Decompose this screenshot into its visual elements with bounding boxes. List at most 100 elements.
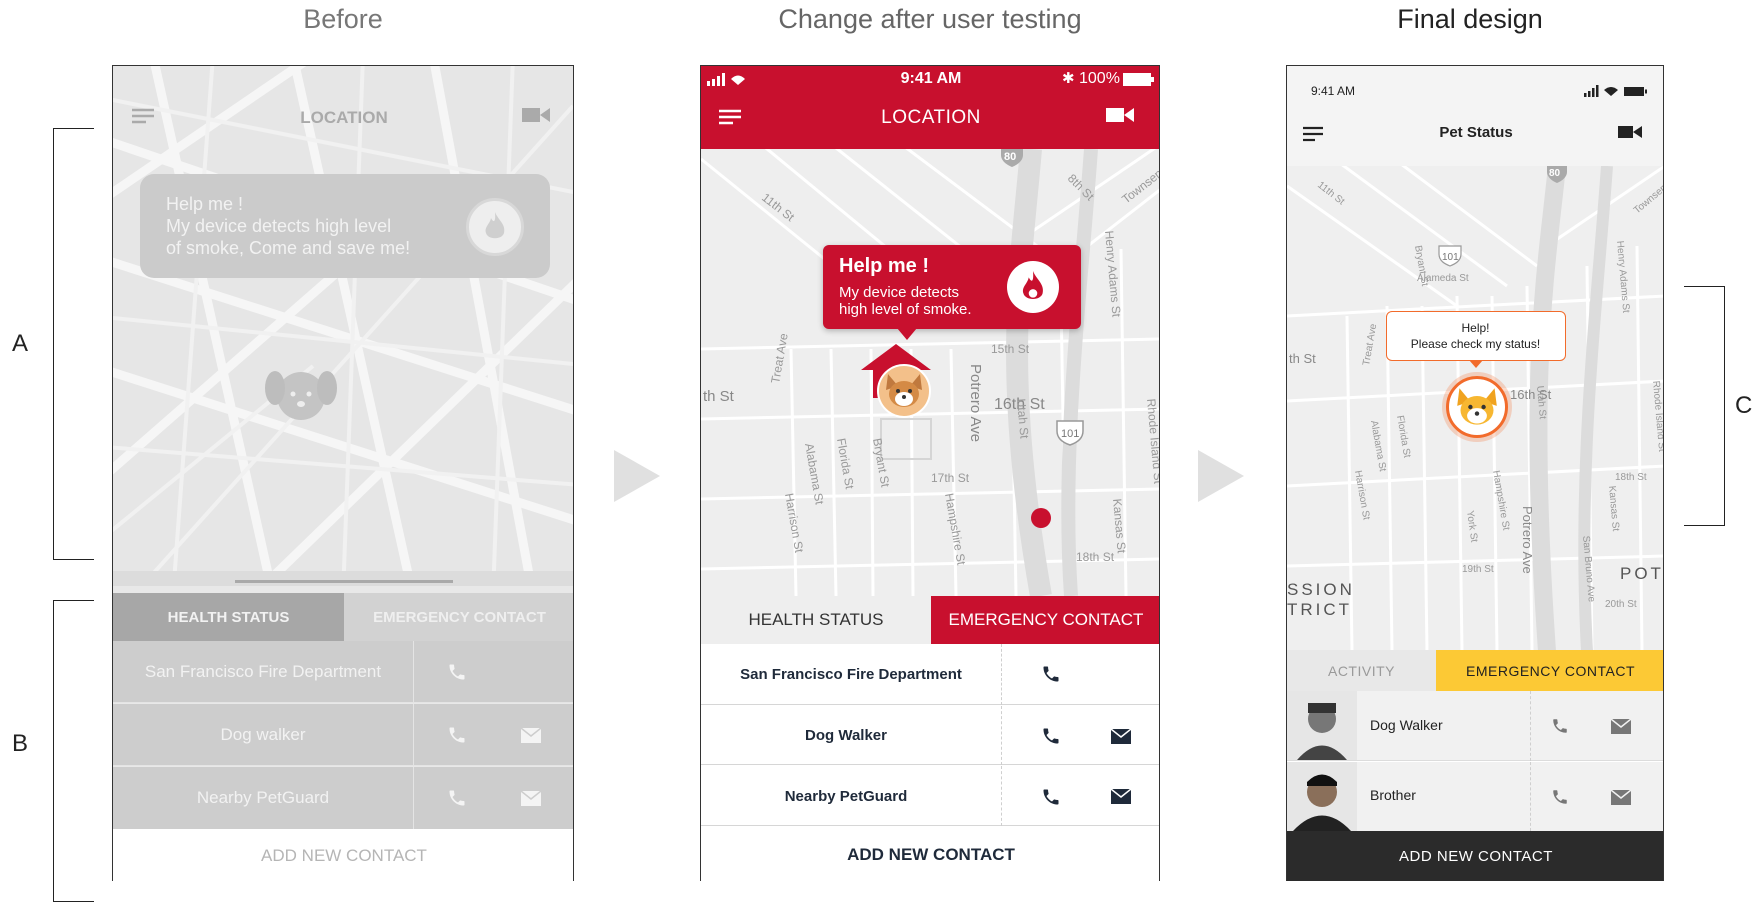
phone-icon[interactable] bbox=[445, 660, 469, 684]
mail-icon[interactable] bbox=[1109, 786, 1133, 806]
mail-icon[interactable] bbox=[519, 787, 543, 809]
row-divider bbox=[1530, 762, 1531, 831]
pet-avatar-icon[interactable] bbox=[1446, 376, 1508, 438]
bracket-b bbox=[53, 600, 94, 902]
avatar bbox=[1287, 762, 1357, 831]
row-divider bbox=[1001, 766, 1002, 826]
header-title: LOCATION bbox=[881, 107, 981, 128]
street-label: 20th St bbox=[1605, 599, 1637, 610]
contact-row[interactable]: Dog Walker bbox=[701, 706, 1159, 765]
row-divider bbox=[413, 767, 414, 829]
highway-shield: 80 bbox=[1004, 151, 1016, 163]
row-divider bbox=[1530, 691, 1531, 761]
video-camera-icon[interactable] bbox=[521, 104, 551, 126]
phone-icon[interactable] bbox=[1039, 662, 1063, 686]
drag-handle[interactable] bbox=[235, 580, 453, 583]
pet-avatar-icon[interactable] bbox=[877, 364, 931, 418]
next-arrow-icon bbox=[614, 450, 660, 502]
video-camera-icon[interactable] bbox=[1105, 104, 1135, 126]
dog-marker-icon[interactable] bbox=[263, 361, 339, 425]
final-screen: 9:41 AM Pet Status Alameda St 16th St 18… bbox=[1286, 65, 1664, 881]
before-screen: LOCATION Help me ! My device detects hig… bbox=[112, 65, 574, 881]
battery-icon bbox=[1123, 72, 1155, 86]
alert-card[interactable]: Help me ! My device detects high level o… bbox=[823, 245, 1081, 329]
tab-health-status[interactable]: HEALTH STATUS bbox=[701, 596, 931, 644]
alert-line-2: high level of smoke. bbox=[839, 301, 972, 318]
status-time: 9:41 AM bbox=[1311, 84, 1356, 98]
highway-shield: 80 bbox=[1549, 168, 1561, 179]
tab-emergency-contact[interactable]: EMERGENCY CONTACT bbox=[344, 593, 573, 641]
contact-name: San Francisco Fire Department bbox=[740, 666, 962, 683]
alert-card[interactable]: Help me ! My device detects high level o… bbox=[140, 174, 550, 278]
header-title: LOCATION bbox=[300, 108, 388, 127]
alert-pointer bbox=[897, 328, 917, 340]
phone-icon[interactable] bbox=[1549, 715, 1571, 737]
row-divider bbox=[413, 641, 414, 703]
add-contact-button[interactable]: ADD NEW CONTACT bbox=[1287, 831, 1663, 881]
district-label: SSION bbox=[1287, 580, 1355, 599]
phone-icon[interactable] bbox=[1549, 786, 1571, 808]
bubble-line-1: Help! bbox=[1461, 321, 1490, 335]
tab-emergency-contact[interactable]: EMERGENCY CONTACT bbox=[1436, 650, 1663, 691]
contact-row[interactable]: Dog Walker bbox=[1287, 691, 1663, 761]
video-camera-icon[interactable] bbox=[1617, 122, 1643, 142]
mail-icon[interactable] bbox=[1609, 788, 1633, 806]
avatar bbox=[1287, 691, 1357, 760]
phone-icon[interactable] bbox=[1039, 724, 1063, 748]
street-label: th St bbox=[703, 388, 735, 405]
column-title-final: Final design bbox=[1397, 4, 1543, 34]
phone-icon[interactable] bbox=[445, 723, 469, 747]
district-label: TRICT bbox=[1287, 600, 1352, 619]
battery-percent: 100% bbox=[1079, 70, 1120, 87]
status-icons bbox=[1583, 84, 1649, 98]
contact-name: San Francisco Fire Department bbox=[144, 662, 382, 681]
street-label: 19th St bbox=[1462, 564, 1494, 575]
contact-row[interactable]: San Francisco Fire Department bbox=[701, 644, 1159, 705]
add-contact-button[interactable]: ADD NEW CONTACT bbox=[113, 829, 573, 881]
add-contact-button[interactable]: ADD NEW CONTACT bbox=[701, 827, 1159, 881]
street-label: Potrero Ave bbox=[967, 364, 984, 442]
street-label: Potrero Ave bbox=[1520, 506, 1535, 574]
alert-line-2: My device detects high level bbox=[166, 216, 392, 236]
tab-emergency-contact[interactable]: EMERGENCY CONTACT bbox=[931, 596, 1159, 644]
middle-screen: 9:41 AM ✱ 100% LOCATION 11th St 15th St … bbox=[700, 65, 1160, 881]
status-bubble[interactable]: Help! Please check my status! bbox=[1386, 311, 1566, 361]
mail-icon[interactable] bbox=[1609, 717, 1633, 735]
header-bar bbox=[1287, 66, 1663, 166]
column-title-before: Before bbox=[303, 4, 383, 34]
location-dot[interactable] bbox=[1031, 508, 1051, 528]
district-label: POT bbox=[1620, 564, 1664, 583]
annotation-c: C bbox=[1735, 392, 1753, 419]
bracket-a bbox=[53, 128, 94, 560]
contact-name: Dog walker bbox=[220, 725, 306, 744]
row-divider bbox=[1001, 706, 1002, 765]
phone-icon[interactable] bbox=[445, 786, 469, 810]
next-arrow-icon bbox=[1198, 450, 1244, 502]
column-title-change: Change after user testing bbox=[778, 4, 1082, 34]
map-background bbox=[113, 66, 573, 586]
contact-row[interactable]: Brother bbox=[1287, 762, 1663, 831]
header-title: Pet Status bbox=[1439, 124, 1513, 141]
bracket-c bbox=[1684, 286, 1725, 526]
contact-name: Dog Walker bbox=[805, 727, 887, 744]
highway-shield: 101 bbox=[1442, 252, 1459, 263]
tab-health-status[interactable]: HEALTH STATUS bbox=[113, 593, 344, 641]
annotation-a: A bbox=[12, 330, 29, 357]
phone-icon[interactable] bbox=[1039, 785, 1063, 809]
alert-title: Help me ! bbox=[839, 255, 930, 277]
contact-row[interactable]: Nearby PetGuard bbox=[113, 767, 573, 829]
mail-icon[interactable] bbox=[1109, 726, 1133, 746]
alert-line-1: My device detects bbox=[839, 284, 960, 301]
bubble-line-2: Please check my status! bbox=[1410, 337, 1541, 351]
tab-activity[interactable]: ACTIVITY bbox=[1287, 650, 1436, 691]
row-divider bbox=[1001, 644, 1002, 705]
bluetooth-icon: ✱ bbox=[1062, 70, 1075, 87]
street-label: 18th St bbox=[1076, 550, 1115, 564]
fire-icon bbox=[1007, 261, 1059, 313]
contact-row[interactable]: Dog walker bbox=[113, 704, 573, 766]
bubble-pointer bbox=[1469, 360, 1483, 368]
contact-row[interactable]: San Francisco Fire Department bbox=[113, 641, 573, 703]
street-label: th St bbox=[1289, 351, 1316, 366]
mail-icon[interactable] bbox=[519, 724, 543, 746]
contact-row[interactable]: Nearby PetGuard bbox=[701, 766, 1159, 826]
